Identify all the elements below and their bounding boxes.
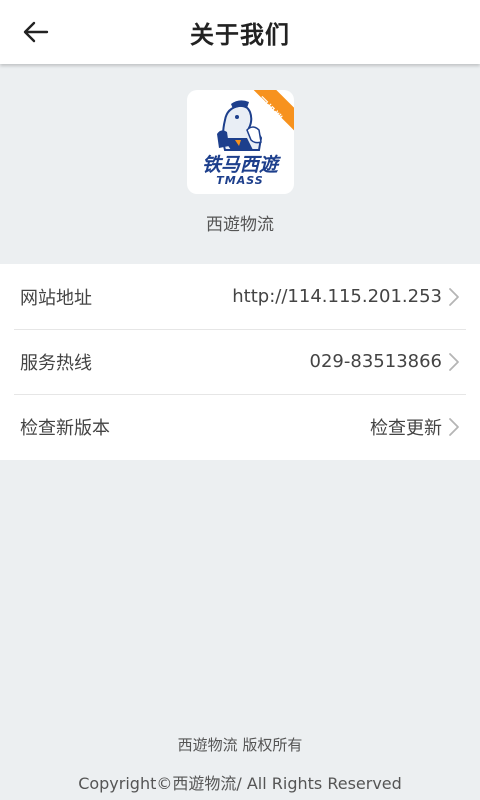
website-value: http://114.115.201.253 [232,286,442,307]
company-name: 西遊物流 [206,215,274,235]
app-logo: 司机端 铁马西遊 TMASS [186,90,294,194]
arrow-left-icon [23,21,49,43]
version-label: 检查新版本 [20,417,110,439]
hotline-value: 029-83513866 [309,351,442,372]
logo-wordmark-cn: 铁马西遊 [201,154,278,176]
website-row[interactable]: 网站地址 http://114.115.201.253 [0,264,480,329]
about-page: 关于我们 司机端 铁马西遊 TMASS 西遊物流 网站地址 http://114… [0,0,480,800]
horse-mascot-icon [216,100,262,151]
info-list: 网站地址 http://114.115.201.253 服务热线 029-835… [0,264,480,460]
footer-copyright: 西遊物流 版权所有 [177,736,303,754]
website-label: 网站地址 [20,287,92,309]
app-logo-section: 司机端 铁马西遊 TMASS 西遊物流 [0,64,480,264]
hotline-row[interactable]: 服务热线 029-83513866 [0,329,480,394]
chevron-right-icon [449,417,459,436]
chevron-right-icon [449,352,459,371]
app-header: 关于我们 [0,0,480,64]
footer-rights: Copyright©西遊物流/ All Rights Reserved [78,774,402,793]
hotline-label: 服务热线 [20,352,92,374]
check-update-value: 检查更新 [370,417,442,439]
version-row[interactable]: 检查新版本 检查更新 [0,394,480,459]
logo-wordmark-en: TMASS [216,174,264,187]
chevron-right-icon [449,287,459,306]
page-title: 关于我们 [190,20,290,49]
back-button[interactable] [16,12,56,52]
